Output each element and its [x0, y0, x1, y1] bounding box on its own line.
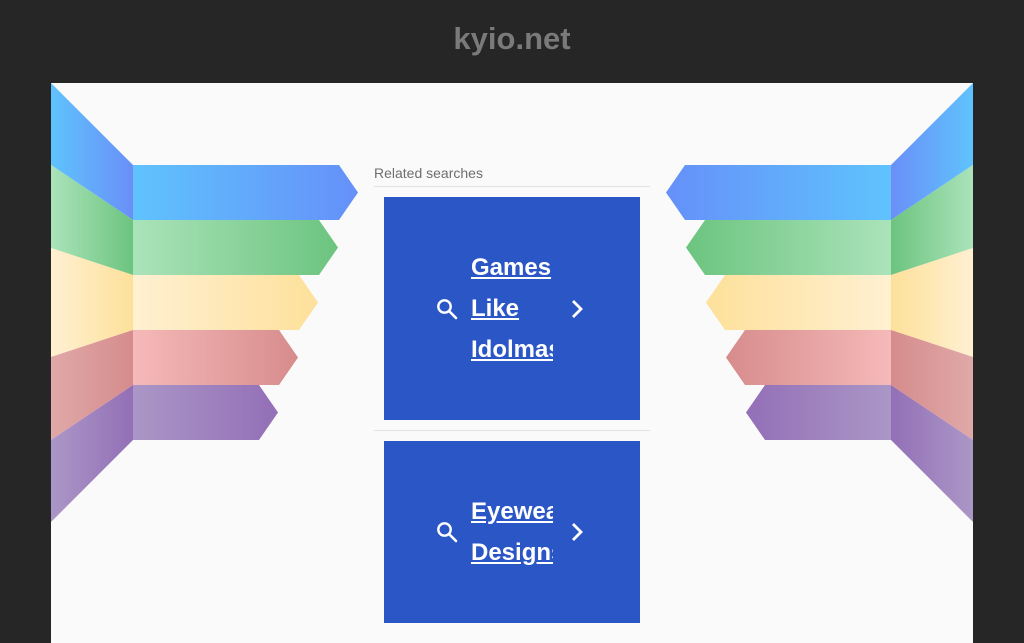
divider — [374, 186, 650, 187]
link-text[interactable]: Games Like Idolmaster — [471, 247, 553, 370]
link-line[interactable]: Designs — [471, 532, 553, 573]
left-ribbon-group — [51, 83, 358, 522]
ribbon-arrow-blue — [666, 165, 891, 220]
link-text[interactable]: Eyewear Designs — [471, 491, 553, 573]
link-line[interactable]: Idolmaster — [471, 329, 553, 370]
related-searches-label: Related searches — [374, 165, 483, 181]
ribbon-arrow-blue — [133, 165, 358, 220]
link-line[interactable]: Games — [471, 247, 553, 288]
ribbon-arrow-green — [133, 220, 338, 275]
ribbon-arrow-green — [686, 220, 891, 275]
search-icon — [435, 520, 459, 544]
right-ribbon-group — [666, 83, 973, 522]
divider — [374, 430, 650, 431]
ribbon-arrow-purple — [746, 385, 891, 440]
related-search-link-games-like-idolmaster[interactable]: Games Like Idolmaster — [384, 197, 640, 420]
ribbon-arrow-pink — [726, 330, 891, 385]
link-line[interactable]: Like — [471, 288, 553, 329]
ribbon-arrow-purple — [133, 385, 278, 440]
link-line[interactable]: Eyewear — [471, 491, 553, 532]
chevron-right-icon — [565, 520, 589, 544]
search-icon — [435, 297, 459, 321]
ribbon-arrow-yellow — [133, 275, 318, 330]
related-search-link-eyewear-designs[interactable]: Eyewear Designs — [384, 441, 640, 623]
ribbon-arrow-pink — [133, 330, 298, 385]
chevron-right-icon — [565, 297, 589, 321]
ribbon-arrow-yellow — [706, 275, 891, 330]
